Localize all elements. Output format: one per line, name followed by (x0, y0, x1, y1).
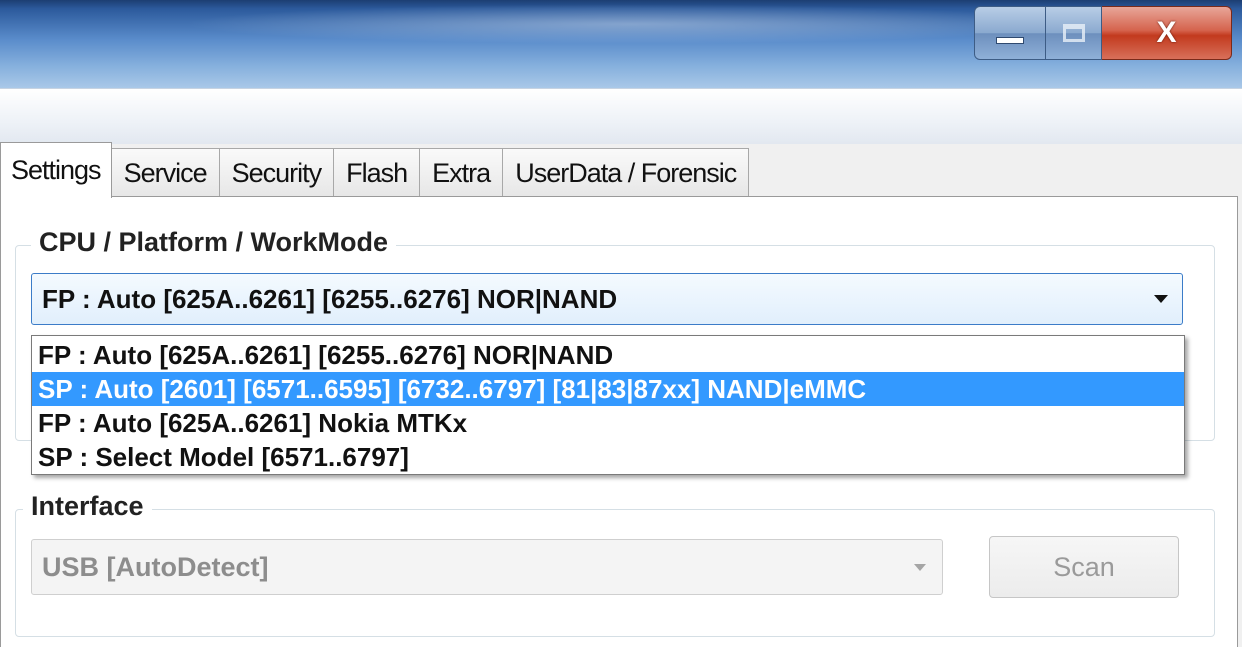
tool-strip (0, 88, 1242, 144)
chevron-down-icon[interactable] (914, 564, 926, 571)
window-title-bar[interactable]: X (0, 0, 1242, 88)
dropdown-option[interactable]: FP : Auto [625A..6261] [6255..6276] NOR|… (32, 338, 1184, 372)
dropdown-option[interactable]: SP : Select Model [6571..6797] (32, 440, 1184, 474)
scan-button[interactable]: Scan (989, 536, 1179, 598)
interface-group-title: Interface (23, 491, 152, 522)
interface-combobox[interactable]: USB [AutoDetect] (31, 539, 943, 595)
tab-userdata-forensic[interactable]: UserData / Forensic (502, 148, 750, 198)
caption-buttons: X (974, 6, 1232, 60)
tab-settings[interactable]: Settings (0, 142, 112, 198)
minimize-icon (996, 36, 1024, 44)
minimize-button[interactable] (974, 6, 1046, 60)
tab-flash[interactable]: Flash (333, 148, 421, 198)
interface-selected-value: USB [AutoDetect] (42, 551, 269, 582)
maximize-button[interactable] (1046, 6, 1102, 60)
maximize-icon (1062, 24, 1085, 42)
dropdown-option-highlighted[interactable]: SP : Auto [2601] [6571..6595] [6732..679… (32, 372, 1184, 406)
tab-service[interactable]: Service (110, 148, 220, 198)
close-button[interactable]: X (1102, 6, 1232, 60)
dropdown-option[interactable]: FP : Auto [625A..6261] Nokia MTKx (32, 406, 1184, 440)
close-icon: X (1156, 16, 1177, 49)
tab-extra[interactable]: Extra (419, 148, 504, 198)
tab-bar: Settings Service Security Flash Extra Us… (0, 142, 1242, 198)
settings-panel: CPU / Platform / WorkMode FP : Auto [625… (0, 196, 1238, 647)
cpu-platform-group-title: CPU / Platform / WorkMode (31, 227, 397, 258)
title-bar-sheen (180, 4, 1080, 44)
chevron-down-icon[interactable] (1154, 295, 1168, 303)
cpu-platform-combobox[interactable]: FP : Auto [625A..6261] [6255..6276] NOR|… (31, 273, 1183, 325)
tab-security[interactable]: Security (218, 148, 335, 198)
cpu-platform-selected-value: FP : Auto [625A..6261] [6255..6276] NOR|… (42, 283, 618, 314)
cpu-platform-dropdown-list[interactable]: FP : Auto [625A..6261] [6255..6276] NOR|… (31, 335, 1185, 475)
